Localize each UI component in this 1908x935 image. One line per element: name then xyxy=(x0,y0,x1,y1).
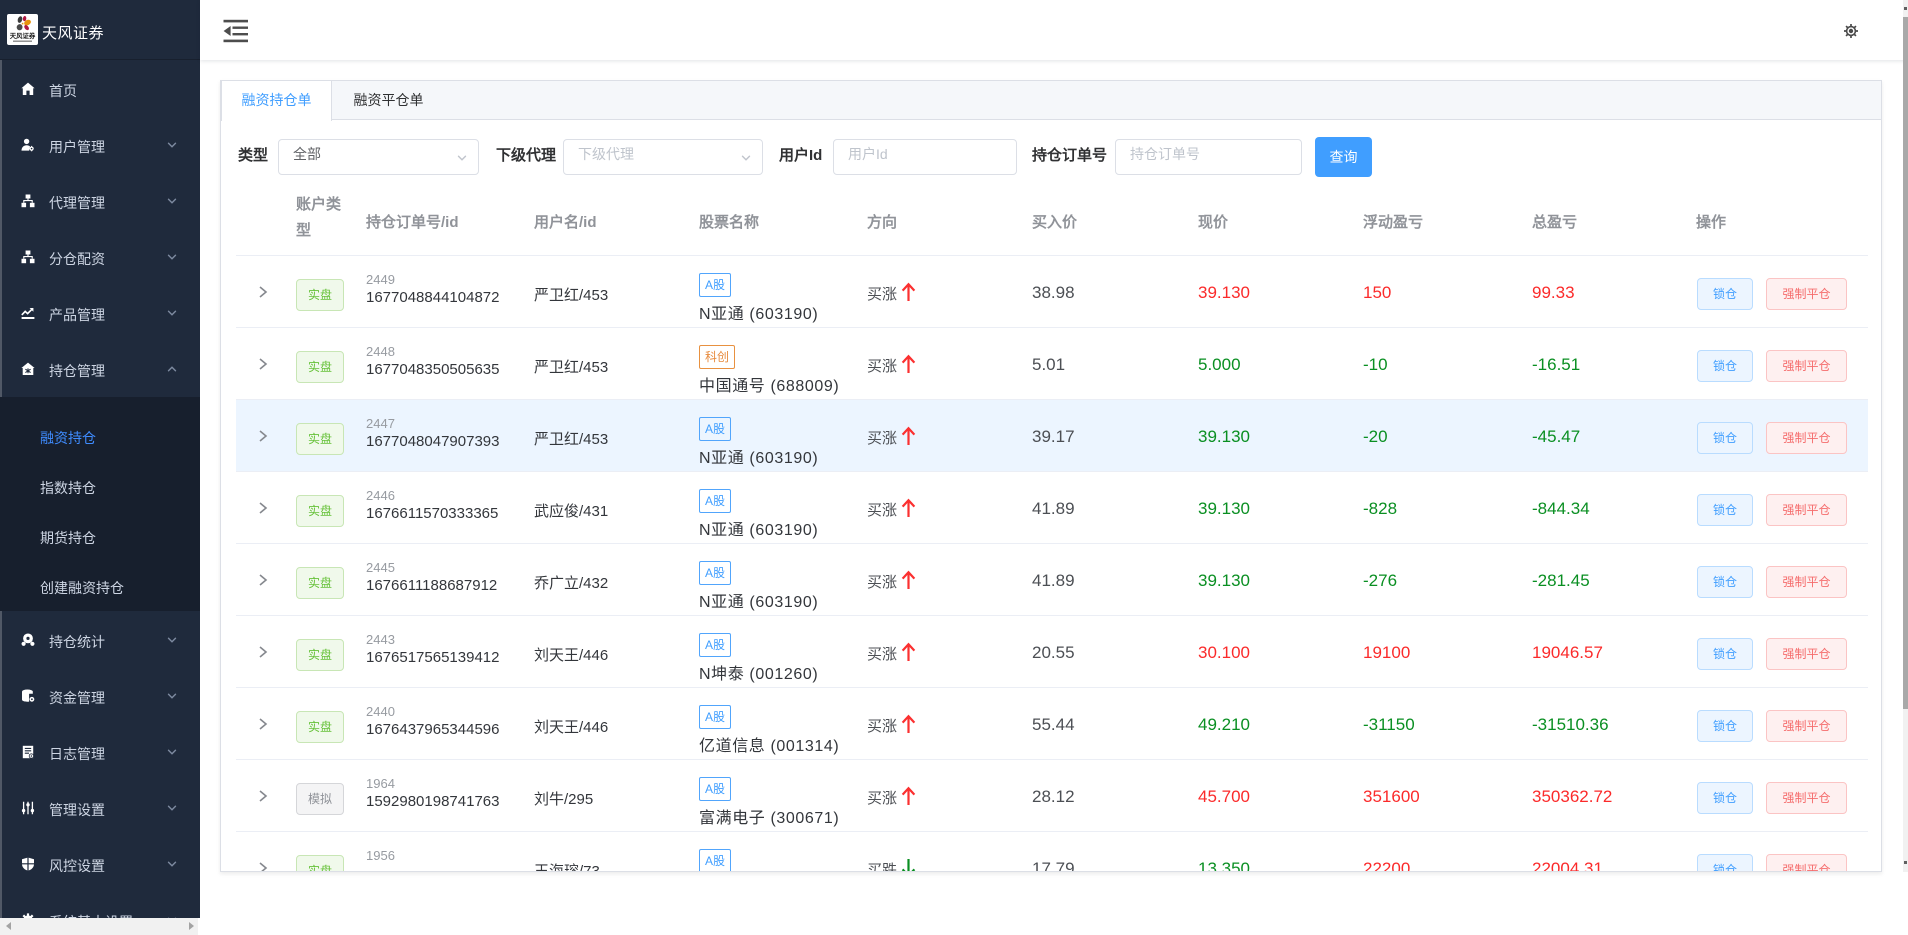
svg-text:天风证券: 天风证券 xyxy=(10,31,36,40)
